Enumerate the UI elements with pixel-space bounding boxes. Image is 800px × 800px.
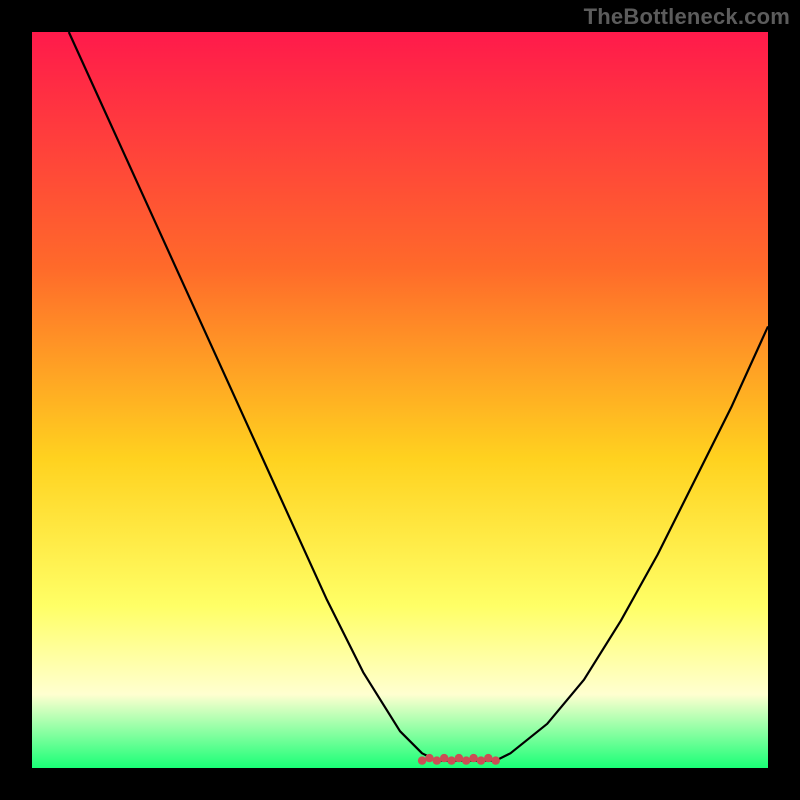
trough-dot: [433, 756, 441, 764]
attribution-label: TheBottleneck.com: [584, 4, 790, 30]
trough-dot: [447, 756, 455, 764]
trough-dot: [425, 754, 433, 762]
trough-dot: [477, 756, 485, 764]
gradient-background: [32, 32, 768, 768]
trough-dot: [469, 754, 477, 762]
plot-area: [32, 32, 768, 768]
trough-dot: [455, 754, 463, 762]
trough-dot: [440, 754, 448, 762]
trough-dot: [418, 756, 426, 764]
chart-svg: [32, 32, 768, 768]
trough-dot: [462, 756, 470, 764]
trough-dot: [484, 754, 492, 762]
trough-dot: [492, 756, 500, 764]
chart-frame: TheBottleneck.com: [0, 0, 800, 800]
